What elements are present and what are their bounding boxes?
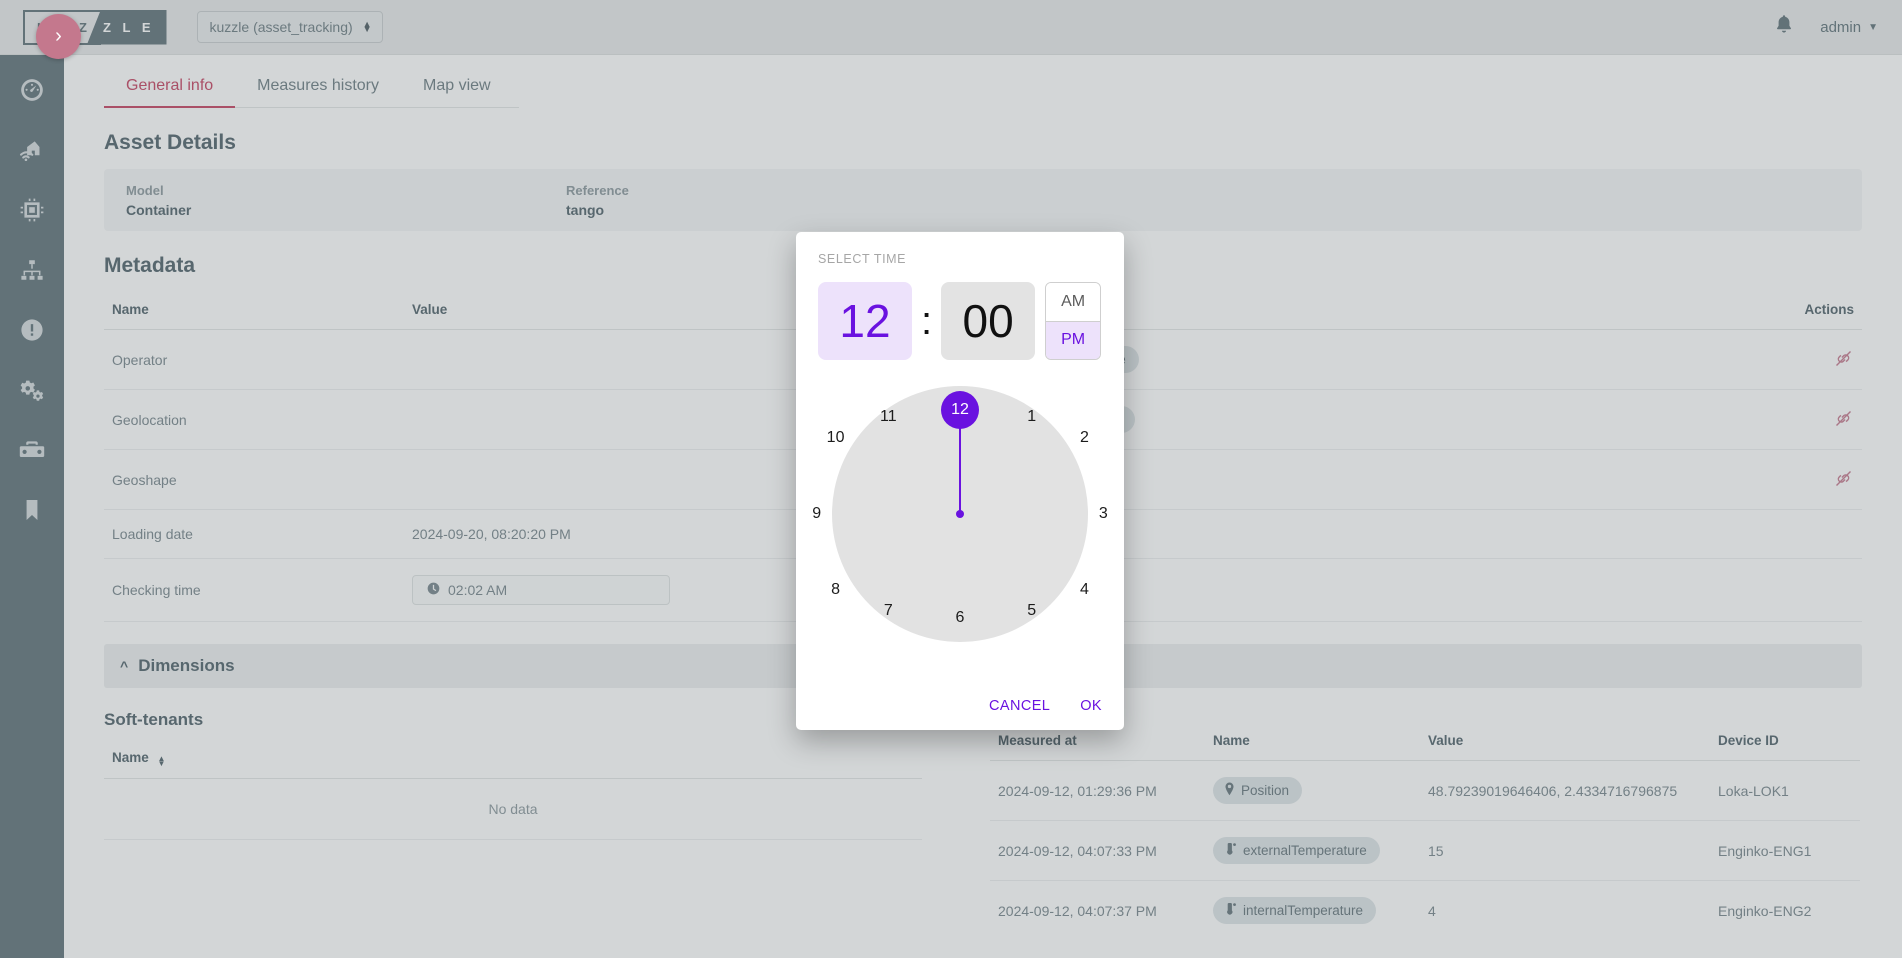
clock-number-5[interactable]: 5 bbox=[1018, 597, 1046, 625]
dialog-title: SELECT TIME bbox=[818, 252, 1102, 266]
clock-number-2[interactable]: 2 bbox=[1070, 424, 1098, 452]
app-root: K U Z Z L E kuzzle (asset_tracking) ▲▼ a… bbox=[0, 0, 1902, 958]
cancel-button[interactable]: CANCEL bbox=[989, 698, 1050, 714]
clock-center-dot bbox=[956, 510, 964, 518]
dialog-actions: CANCEL OK bbox=[989, 698, 1102, 714]
clock-number-10[interactable]: 10 bbox=[822, 424, 850, 452]
clock-number-8[interactable]: 8 bbox=[822, 576, 850, 604]
ok-button[interactable]: OK bbox=[1080, 698, 1102, 714]
clock-number-11[interactable]: 11 bbox=[874, 403, 902, 431]
clock-number-9[interactable]: 9 bbox=[803, 500, 831, 528]
minute-field[interactable]: 00 bbox=[941, 282, 1035, 360]
hour-field[interactable]: 12 bbox=[818, 282, 912, 360]
chevron-right-icon: › bbox=[55, 25, 62, 48]
sidebar-collapse-button[interactable]: › bbox=[36, 14, 81, 59]
time-display-row: 12 : 00 AM PM bbox=[818, 282, 1102, 360]
clock-number-1[interactable]: 1 bbox=[1018, 403, 1046, 431]
clock-number-6[interactable]: 6 bbox=[946, 604, 974, 632]
clock-number-12[interactable]: 12 bbox=[941, 391, 979, 429]
time-colon: : bbox=[912, 282, 941, 360]
am-option[interactable]: AM bbox=[1046, 283, 1100, 322]
clock-face[interactable]: 12 1 2 3 4 5 6 7 8 9 10 11 bbox=[832, 386, 1088, 642]
meridiem-toggle: AM PM bbox=[1045, 282, 1101, 360]
clock-number-7[interactable]: 7 bbox=[874, 597, 902, 625]
clock-number-4[interactable]: 4 bbox=[1070, 576, 1098, 604]
time-picker-dialog: SELECT TIME 12 : 00 AM PM 12 1 2 3 4 5 6… bbox=[796, 232, 1124, 730]
pm-option[interactable]: PM bbox=[1046, 322, 1100, 360]
clock-number-3[interactable]: 3 bbox=[1089, 500, 1117, 528]
